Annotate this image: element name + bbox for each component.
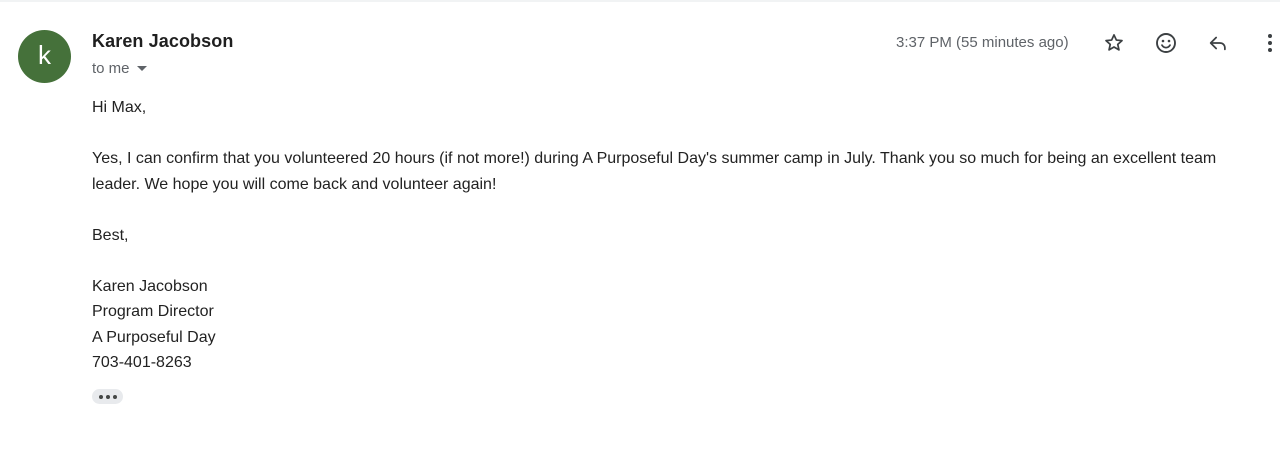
reply-icon — [1209, 36, 1226, 51]
star-button[interactable] — [1100, 29, 1128, 57]
email-message-view: k Karen Jacobson to me 3:37 PM (55 minut… — [0, 0, 1280, 451]
signature-organization: A Purposeful Day — [92, 328, 216, 346]
signature-name: Karen Jacobson — [92, 277, 208, 295]
ellipsis-dot — [105, 394, 110, 399]
chevron-down-icon[interactable] — [136, 65, 147, 71]
more-options-button[interactable] — [1256, 29, 1280, 57]
message-body: Hi Max, Yes, I can confirm that you volu… — [92, 95, 1262, 376]
recipient-label: to me — [92, 60, 130, 77]
ellipsis-dot — [98, 394, 103, 399]
signature-title: Program Director — [92, 303, 214, 320]
greeting: Hi Max, — [92, 99, 147, 116]
sender-avatar[interactable]: k — [18, 30, 71, 83]
signature-phone: 703-401-8263 — [92, 354, 192, 371]
sender-name[interactable]: Karen Jacobson — [92, 31, 233, 52]
recipient-details-toggle[interactable]: to me — [92, 60, 147, 77]
message-timestamp: 3:37 PM (55 minutes ago) — [896, 34, 1069, 51]
show-trimmed-content-button[interactable] — [92, 389, 123, 404]
emoji-reaction-icon — [1156, 33, 1176, 53]
reply-button[interactable] — [1204, 29, 1232, 57]
ellipsis-dot — [112, 394, 117, 399]
star-icon — [1105, 34, 1123, 51]
top-divider — [0, 0, 1280, 2]
closing: Best, — [92, 226, 129, 244]
body-paragraph: Yes, I can confirm that you volunteered … — [92, 150, 1217, 193]
add-reaction-button[interactable] — [1152, 29, 1180, 57]
more-vert-icon — [1268, 34, 1272, 52]
